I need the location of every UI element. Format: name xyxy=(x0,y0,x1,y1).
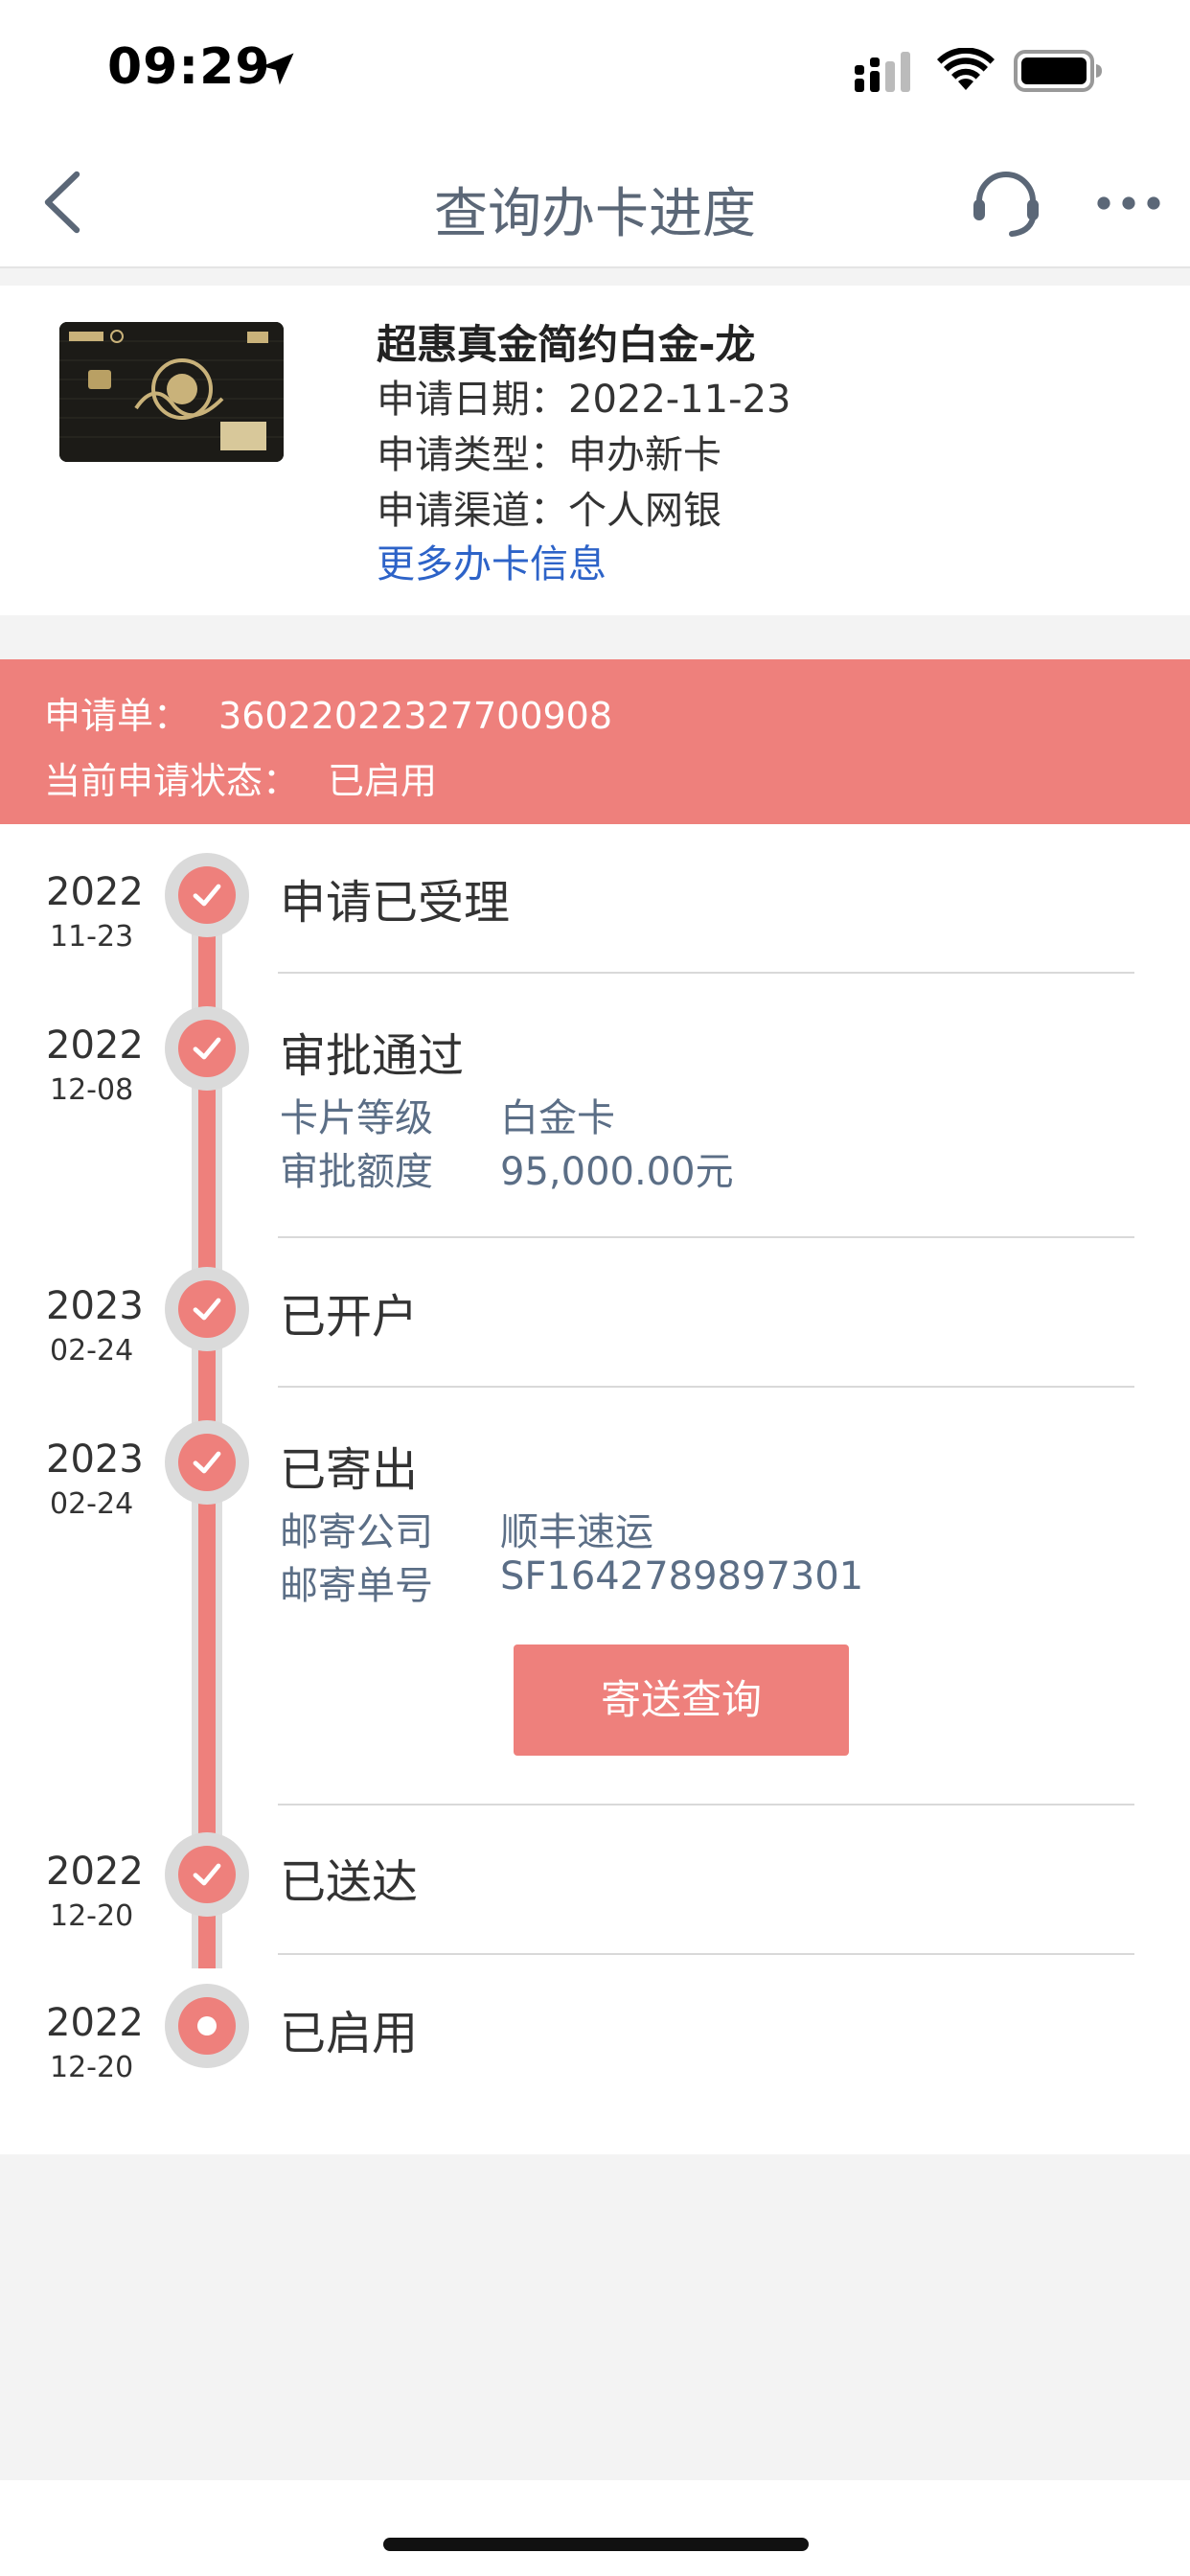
check-icon xyxy=(193,1298,221,1321)
detail-value: 顺丰速运 xyxy=(500,1510,653,1554)
apply-date-row: 申请日期：2022-11-23 xyxy=(377,368,790,424)
status-time: 09:29 xyxy=(107,38,271,96)
detail-value: 95,000.00元 xyxy=(500,1150,734,1194)
detail-value: 白金卡 xyxy=(500,1096,615,1140)
step-month-day: 12-20 xyxy=(50,1899,134,1933)
card-product-name: 超惠真金简约白金-龙 xyxy=(377,321,756,368)
detail-value: SF1642789897301 xyxy=(500,1554,864,1598)
divider xyxy=(278,1236,1134,1238)
track-shipment-button[interactable]: 寄送查询 xyxy=(514,1644,849,1756)
step-year: 2023 xyxy=(46,1438,144,1482)
cellular-signal-icon xyxy=(855,52,910,92)
credit-limit-row: 审批额度 95,000.00元 xyxy=(280,1140,734,1196)
current-status-value: 已启用 xyxy=(328,760,438,802)
home-indicator-area xyxy=(0,2480,1190,2576)
tracking-number-row: 邮寄单号 SF1642789897301 xyxy=(280,1554,863,1610)
current-status-row: 当前申请状态： 已启用 xyxy=(44,751,437,804)
check-icon xyxy=(193,1037,221,1060)
nav-bar: 查询办卡进度 xyxy=(0,134,1190,268)
current-status-label: 当前申请状态： xyxy=(44,760,300,802)
divider xyxy=(278,1953,1134,1955)
step-year: 2022 xyxy=(46,1850,144,1894)
step-title: 申请已受理 xyxy=(280,876,511,930)
detail-label: 审批额度 xyxy=(280,1150,433,1194)
more-dots-icon[interactable] xyxy=(1096,190,1161,217)
apply-channel-value: 个人网银 xyxy=(568,489,721,533)
step-title: 审批通过 xyxy=(280,1029,465,1083)
order-number-row: 申请单： 36022022327700908 xyxy=(44,686,612,739)
divider xyxy=(278,972,1134,974)
step-title: 已寄出 xyxy=(280,1443,419,1497)
apply-date-label: 申请日期： xyxy=(377,378,568,422)
step-title: 已送达 xyxy=(280,1855,419,1909)
order-number-value: 36022022327700908 xyxy=(218,695,613,737)
more-card-info-link[interactable]: 更多办卡信息 xyxy=(377,533,606,588)
detail-label: 卡片等级 xyxy=(280,1096,433,1140)
current-dot-icon xyxy=(197,2016,217,2036)
detail-label: 邮寄公司 xyxy=(280,1510,433,1554)
check-icon xyxy=(193,1451,221,1474)
battery-icon xyxy=(1014,50,1102,92)
step-year: 2022 xyxy=(46,870,144,914)
credit-card-image xyxy=(59,322,284,462)
location-arrow-icon xyxy=(262,53,294,85)
progress-timeline: 2022 11-23 申请已受理 2022 12-08 审批通过 卡片等级 白金… xyxy=(0,824,1190,2154)
step-dot xyxy=(165,1267,249,1351)
apply-type-label: 申请类型： xyxy=(377,433,568,477)
step-month-day: 02-24 xyxy=(50,1334,134,1368)
customer-service-headset-icon[interactable] xyxy=(970,167,1042,240)
step-month-day: 12-08 xyxy=(50,1073,134,1107)
apply-date-value: 2022-11-23 xyxy=(568,378,791,422)
step-dot xyxy=(165,1832,249,1917)
apply-channel-row: 申请渠道：个人网银 xyxy=(377,479,721,535)
step-month-day: 12-20 xyxy=(50,2051,134,2084)
detail-label: 邮寄单号 xyxy=(280,1564,433,1608)
step-title: 已开户 xyxy=(280,1290,419,1344)
step-year: 2023 xyxy=(46,1284,144,1328)
divider xyxy=(278,1386,1134,1388)
card-artwork-icon xyxy=(59,322,284,462)
card-info-section: 超惠真金简约白金-龙 申请日期：2022-11-23 申请类型：申办新卡 申请渠… xyxy=(0,286,1190,615)
apply-type-row: 申请类型：申办新卡 xyxy=(377,424,721,479)
step-year: 2022 xyxy=(46,2001,144,2045)
application-status-banner: 申请单： 36022022327700908 当前申请状态： 已启用 xyxy=(0,659,1190,824)
step-dot xyxy=(165,853,249,937)
check-icon xyxy=(193,1863,221,1886)
home-indicator[interactable] xyxy=(383,2538,809,2551)
step-month-day: 02-24 xyxy=(50,1487,134,1521)
order-number-label: 申请单： xyxy=(44,695,191,737)
apply-type-value: 申办新卡 xyxy=(568,433,721,477)
step-dot xyxy=(165,1006,249,1091)
status-bar: 09:29 xyxy=(0,0,1190,134)
card-level-row: 卡片等级 白金卡 xyxy=(280,1087,615,1142)
wifi-icon xyxy=(937,48,995,90)
step-month-day: 11-23 xyxy=(50,920,134,954)
step-dot xyxy=(165,1420,249,1505)
courier-company-row: 邮寄公司 顺丰速运 xyxy=(280,1501,653,1556)
apply-channel-label: 申请渠道： xyxy=(377,489,568,533)
step-title: 已启用 xyxy=(280,2007,419,2060)
step-year: 2022 xyxy=(46,1024,144,1068)
check-icon xyxy=(193,884,221,907)
divider xyxy=(278,1804,1134,1806)
step-dot-current xyxy=(165,1984,249,2068)
